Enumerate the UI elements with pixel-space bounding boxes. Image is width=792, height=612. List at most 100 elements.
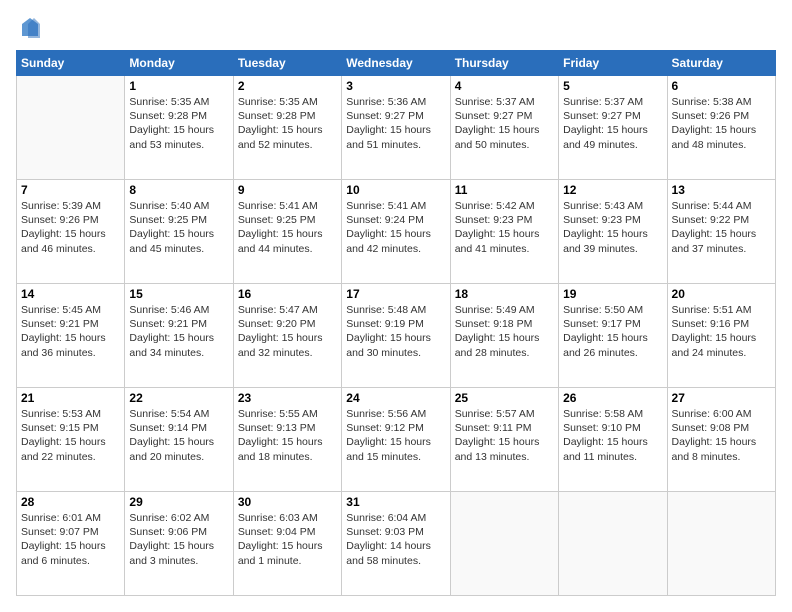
weekday-row: SundayMondayTuesdayWednesdayThursdayFrid… [17, 51, 776, 76]
cell-content: Sunrise: 5:35 AM Sunset: 9:28 PM Dayligh… [238, 95, 337, 152]
cell-content: Sunrise: 5:55 AM Sunset: 9:13 PM Dayligh… [238, 407, 337, 464]
calendar-cell: 4 Sunrise: 5:37 AM Sunset: 9:27 PM Daylig… [450, 76, 558, 180]
day-number: 2 [238, 79, 337, 93]
cell-content: Sunrise: 5:49 AM Sunset: 9:18 PM Dayligh… [455, 303, 554, 360]
day-number: 27 [672, 391, 771, 405]
weekday-header-monday: Monday [125, 51, 233, 76]
weekday-header-sunday: Sunday [17, 51, 125, 76]
day-number: 30 [238, 495, 337, 509]
cell-content: Sunrise: 5:40 AM Sunset: 9:25 PM Dayligh… [129, 199, 228, 256]
calendar-cell: 21 Sunrise: 5:53 AM Sunset: 9:15 PM Dayli… [17, 388, 125, 492]
cell-content: Sunrise: 5:56 AM Sunset: 9:12 PM Dayligh… [346, 407, 445, 464]
cell-content: Sunrise: 5:41 AM Sunset: 9:25 PM Dayligh… [238, 199, 337, 256]
cell-content: Sunrise: 5:42 AM Sunset: 9:23 PM Dayligh… [455, 199, 554, 256]
calendar-cell: 12 Sunrise: 5:43 AM Sunset: 9:23 PM Dayli… [559, 180, 667, 284]
cell-content: Sunrise: 5:51 AM Sunset: 9:16 PM Dayligh… [672, 303, 771, 360]
cell-content: Sunrise: 5:37 AM Sunset: 9:27 PM Dayligh… [455, 95, 554, 152]
cell-content: Sunrise: 5:39 AM Sunset: 9:26 PM Dayligh… [21, 199, 120, 256]
cell-content: Sunrise: 5:35 AM Sunset: 9:28 PM Dayligh… [129, 95, 228, 152]
cell-content: Sunrise: 6:00 AM Sunset: 9:08 PM Dayligh… [672, 407, 771, 464]
cell-content: Sunrise: 6:01 AM Sunset: 9:07 PM Dayligh… [21, 511, 120, 568]
day-number: 31 [346, 495, 445, 509]
day-number: 5 [563, 79, 662, 93]
cell-content: Sunrise: 5:44 AM Sunset: 9:22 PM Dayligh… [672, 199, 771, 256]
day-number: 20 [672, 287, 771, 301]
calendar-cell: 29 Sunrise: 6:02 AM Sunset: 9:06 PM Dayli… [125, 492, 233, 596]
calendar-cell: 2 Sunrise: 5:35 AM Sunset: 9:28 PM Daylig… [233, 76, 341, 180]
week-row-4: 28 Sunrise: 6:01 AM Sunset: 9:07 PM Dayli… [17, 492, 776, 596]
page: SundayMondayTuesdayWednesdayThursdayFrid… [0, 0, 792, 612]
cell-content: Sunrise: 5:54 AM Sunset: 9:14 PM Dayligh… [129, 407, 228, 464]
day-number: 28 [21, 495, 120, 509]
week-row-2: 14 Sunrise: 5:45 AM Sunset: 9:21 PM Dayli… [17, 284, 776, 388]
calendar-cell [450, 492, 558, 596]
day-number: 24 [346, 391, 445, 405]
calendar-cell: 5 Sunrise: 5:37 AM Sunset: 9:27 PM Daylig… [559, 76, 667, 180]
weekday-header-saturday: Saturday [667, 51, 775, 76]
day-number: 23 [238, 391, 337, 405]
weekday-header-friday: Friday [559, 51, 667, 76]
calendar-cell: 25Sunrise: 5:57 AM Sunset: 9:11 PM Dayli… [450, 388, 558, 492]
day-number: 16 [238, 287, 337, 301]
calendar-cell: 1 Sunrise: 5:35 AM Sunset: 9:28 PM Daylig… [125, 76, 233, 180]
calendar-cell: 23 Sunrise: 5:55 AM Sunset: 9:13 PM Dayli… [233, 388, 341, 492]
cell-content: Sunrise: 5:46 AM Sunset: 9:21 PM Dayligh… [129, 303, 228, 360]
calendar-cell: 10Sunrise: 5:41 AM Sunset: 9:24 PM Dayli… [342, 180, 450, 284]
calendar-cell: 11Sunrise: 5:42 AM Sunset: 9:23 PM Dayli… [450, 180, 558, 284]
day-number: 18 [455, 287, 554, 301]
calendar-cell: 31Sunrise: 6:04 AM Sunset: 9:03 PM Dayli… [342, 492, 450, 596]
calendar-body: 1 Sunrise: 5:35 AM Sunset: 9:28 PM Daylig… [17, 76, 776, 596]
calendar-cell: 30 Sunrise: 6:03 AM Sunset: 9:04 PM Dayli… [233, 492, 341, 596]
day-number: 9 [238, 183, 337, 197]
cell-content: Sunrise: 6:03 AM Sunset: 9:04 PM Dayligh… [238, 511, 337, 568]
day-number: 4 [455, 79, 554, 93]
day-number: 10 [346, 183, 445, 197]
day-number: 13 [672, 183, 771, 197]
cell-content: Sunrise: 6:02 AM Sunset: 9:06 PM Dayligh… [129, 511, 228, 568]
cell-content: Sunrise: 5:47 AM Sunset: 9:20 PM Dayligh… [238, 303, 337, 360]
calendar: SundayMondayTuesdayWednesdayThursdayFrid… [16, 50, 776, 596]
week-row-1: 7 Sunrise: 5:39 AM Sunset: 9:26 PM Daylig… [17, 180, 776, 284]
day-number: 29 [129, 495, 228, 509]
weekday-header-tuesday: Tuesday [233, 51, 341, 76]
calendar-cell: 17 Sunrise: 5:48 AM Sunset: 9:19 PM Dayli… [342, 284, 450, 388]
day-number: 25 [455, 391, 554, 405]
calendar-cell: 3Sunrise: 5:36 AM Sunset: 9:27 PM Daylig… [342, 76, 450, 180]
cell-content: Sunrise: 5:45 AM Sunset: 9:21 PM Dayligh… [21, 303, 120, 360]
calendar-cell: 18 Sunrise: 5:49 AM Sunset: 9:18 PM Dayli… [450, 284, 558, 388]
week-row-0: 1 Sunrise: 5:35 AM Sunset: 9:28 PM Daylig… [17, 76, 776, 180]
weekday-header-thursday: Thursday [450, 51, 558, 76]
cell-content: Sunrise: 5:48 AM Sunset: 9:19 PM Dayligh… [346, 303, 445, 360]
day-number: 1 [129, 79, 228, 93]
cell-content: Sunrise: 5:43 AM Sunset: 9:23 PM Dayligh… [563, 199, 662, 256]
week-row-3: 21 Sunrise: 5:53 AM Sunset: 9:15 PM Dayli… [17, 388, 776, 492]
day-number: 12 [563, 183, 662, 197]
cell-content: Sunrise: 5:37 AM Sunset: 9:27 PM Dayligh… [563, 95, 662, 152]
calendar-cell: 26 Sunrise: 5:58 AM Sunset: 9:10 PM Dayli… [559, 388, 667, 492]
calendar-header: SundayMondayTuesdayWednesdayThursdayFrid… [17, 51, 776, 76]
cell-content: Sunrise: 5:38 AM Sunset: 9:26 PM Dayligh… [672, 95, 771, 152]
day-number: 3 [346, 79, 445, 93]
calendar-cell: 28 Sunrise: 6:01 AM Sunset: 9:07 PM Dayli… [17, 492, 125, 596]
day-number: 26 [563, 391, 662, 405]
day-number: 22 [129, 391, 228, 405]
calendar-cell: 20 Sunrise: 5:51 AM Sunset: 9:16 PM Dayli… [667, 284, 775, 388]
calendar-cell [559, 492, 667, 596]
day-number: 7 [21, 183, 120, 197]
day-number: 17 [346, 287, 445, 301]
calendar-cell: 13 Sunrise: 5:44 AM Sunset: 9:22 PM Dayli… [667, 180, 775, 284]
day-number: 14 [21, 287, 120, 301]
cell-content: Sunrise: 5:53 AM Sunset: 9:15 PM Dayligh… [21, 407, 120, 464]
cell-content: Sunrise: 5:58 AM Sunset: 9:10 PM Dayligh… [563, 407, 662, 464]
day-number: 15 [129, 287, 228, 301]
logo [16, 16, 42, 40]
calendar-cell: 8 Sunrise: 5:40 AM Sunset: 9:25 PM Daylig… [125, 180, 233, 284]
calendar-cell: 6Sunrise: 5:38 AM Sunset: 9:26 PM Daylig… [667, 76, 775, 180]
calendar-cell: 7 Sunrise: 5:39 AM Sunset: 9:26 PM Daylig… [17, 180, 125, 284]
day-number: 8 [129, 183, 228, 197]
logo-icon [18, 16, 42, 40]
weekday-header-wednesday: Wednesday [342, 51, 450, 76]
calendar-cell: 24 Sunrise: 5:56 AM Sunset: 9:12 PM Dayli… [342, 388, 450, 492]
day-number: 21 [21, 391, 120, 405]
header [16, 16, 776, 40]
